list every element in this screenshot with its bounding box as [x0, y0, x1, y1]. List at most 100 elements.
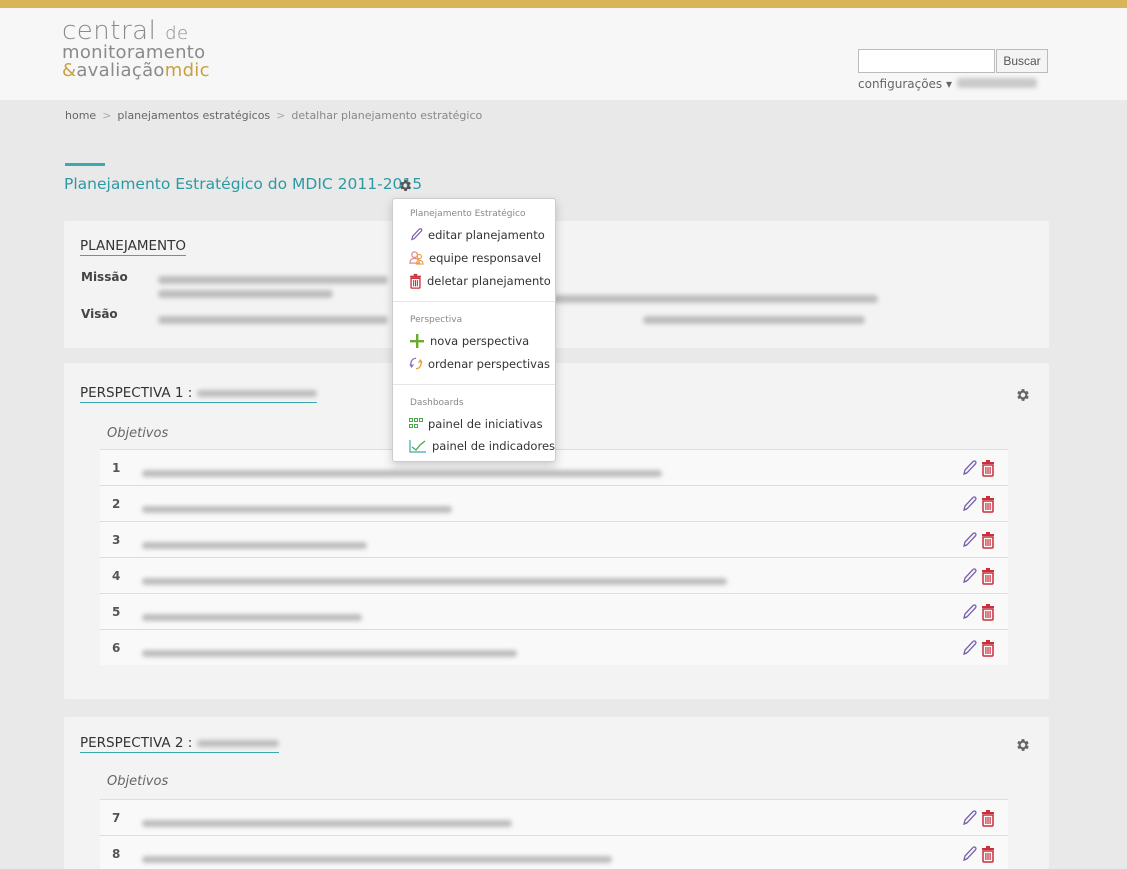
perspectiva-name-redacted	[196, 389, 317, 397]
breadcrumb-current: detalhar planejamento estratégico	[291, 109, 483, 122]
menu-item-label: deletar planejamento	[427, 274, 551, 288]
menu-item-label: ordenar perspectivas	[428, 356, 550, 371]
trash-icon[interactable]	[981, 603, 995, 621]
trash-icon[interactable]	[981, 809, 995, 827]
pencil-icon[interactable]	[961, 845, 977, 863]
logo-brand: mdic	[164, 60, 210, 81]
trash-icon[interactable]	[981, 459, 995, 477]
breadcrumb-home[interactable]: home	[65, 109, 96, 122]
gear-icon[interactable]	[398, 178, 413, 193]
pencil-icon[interactable]	[961, 809, 977, 827]
menu-item-label: painel de indicadores	[432, 439, 556, 453]
user-name-redacted[interactable]	[957, 78, 1037, 88]
pencil-icon[interactable]	[961, 603, 977, 621]
pencil-icon[interactable]	[961, 639, 977, 657]
objetivo-number: 3	[112, 533, 121, 547]
dropdown-section-planejamento: Planejamento Estratégico	[410, 209, 526, 219]
gear-icon[interactable]	[1015, 387, 1031, 403]
objetivo-text-redacted	[142, 463, 662, 482]
sort-icon	[409, 356, 423, 371]
gear-icon[interactable]	[1015, 737, 1031, 753]
logo-ampersand: &	[62, 60, 77, 81]
missao-text-redacted-2	[158, 283, 333, 302]
objetivo-text-redacted	[142, 535, 367, 554]
menu-item-label: painel de iniciativas	[428, 417, 543, 431]
table-row[interactable]: 3	[100, 521, 1008, 557]
menu-item-deletar-planejamento[interactable]: deletar planejamento	[409, 273, 551, 289]
search-button[interactable]: Buscar	[996, 49, 1048, 73]
team-icon	[409, 250, 424, 265]
perspectiva-heading-label: PERSPECTIVA 1 :	[80, 385, 193, 401]
visao-label: Visão	[81, 307, 118, 321]
objetivo-text-redacted	[142, 499, 452, 518]
objetivo-number: 8	[112, 847, 121, 861]
trash-icon[interactable]	[981, 845, 995, 863]
objetivos-label: Objetivos	[107, 774, 169, 789]
pencil-icon[interactable]	[961, 531, 977, 549]
plus-icon	[409, 333, 425, 349]
trash-icon[interactable]	[981, 495, 995, 513]
breadcrumb: home > planejamentos estratégicos > detalhar…	[65, 109, 482, 122]
menu-item-painel-iniciativas[interactable]: painel de iniciativas	[409, 417, 543, 431]
trash-icon[interactable]	[981, 639, 995, 657]
perspectiva-heading: PERSPECTIVA 2 :	[80, 735, 279, 753]
menu-item-painel-indicadores[interactable]: painel de indicadores	[409, 439, 555, 453]
grid-icon	[409, 418, 423, 430]
objetivo-text-redacted	[142, 643, 517, 662]
dropdown-divider	[393, 301, 555, 302]
table-row[interactable]: 6	[100, 629, 1008, 665]
config-menu[interactable]: configurações ▾	[858, 77, 952, 91]
pencil-icon[interactable]	[961, 459, 977, 477]
line-chart-icon	[409, 439, 427, 453]
objetivo-text-redacted	[142, 813, 512, 832]
table-row[interactable]: 8	[100, 835, 1008, 869]
menu-item-nova-perspectiva[interactable]: nova perspectiva	[409, 333, 529, 349]
menu-item-label: equipe responsavel	[429, 250, 542, 265]
menu-item-label: editar planejamento	[428, 227, 545, 242]
logo[interactable]: central de monitoramento &avaliaçãomdic	[62, 18, 210, 80]
breadcrumb-planejamentos[interactable]: planejamentos estratégicos	[117, 109, 270, 122]
trash-icon	[409, 273, 422, 289]
missao-label: Missão	[81, 270, 128, 284]
dropdown-section-perspectiva: Perspectiva	[410, 315, 463, 325]
pencil-icon	[409, 227, 423, 242]
objetivo-number: 4	[112, 569, 121, 583]
dropdown-divider	[393, 384, 555, 385]
objetivo-text-redacted	[142, 849, 612, 868]
planejamento-heading: PLANEJAMENTO	[80, 238, 186, 256]
menu-item-editar-planejamento[interactable]: editar planejamento	[409, 227, 545, 242]
pencil-icon[interactable]	[961, 495, 977, 513]
settings-dropdown-menu: Planejamento Estratégico editar planejam…	[392, 198, 556, 462]
planejamento-panel: PLANEJAMENTO Missão Visão	[64, 221, 1049, 348]
breadcrumb-separator: >	[102, 109, 112, 122]
table-row[interactable]: 7	[100, 799, 1008, 835]
objetivo-number: 6	[112, 641, 121, 655]
title-accent	[65, 163, 105, 166]
menu-item-ordenar-perspectivas[interactable]: ordenar perspectivas	[409, 356, 550, 371]
page-title: Planejamento Estratégico do MDIC 2011-20…	[64, 175, 423, 193]
dropdown-section-dashboards: Dashboards	[410, 398, 464, 408]
table-row[interactable]: 2	[100, 485, 1008, 521]
objetivos-label: Objetivos	[107, 426, 169, 441]
search-input[interactable]	[858, 49, 995, 73]
perspectiva-heading: PERSPECTIVA 1 :	[80, 385, 317, 403]
objetivo-text-redacted	[142, 571, 727, 590]
top-accent-bar	[0, 0, 1127, 8]
logo-line-3: avaliação	[76, 60, 165, 81]
breadcrumb-separator: >	[276, 109, 286, 122]
table-row[interactable]: 4	[100, 557, 1008, 593]
logo-line-1-suffix: de	[165, 23, 189, 44]
table-row[interactable]: 5	[100, 593, 1008, 629]
perspectiva-heading-label: PERSPECTIVA 2 :	[80, 735, 193, 751]
objetivo-text-redacted	[142, 607, 362, 626]
menu-item-equipe-responsavel[interactable]: equipe responsavel	[409, 250, 541, 265]
trash-icon[interactable]	[981, 567, 995, 585]
objetivo-number: 7	[112, 811, 121, 825]
objetivo-number: 1	[112, 461, 121, 475]
perspectiva-name-redacted	[196, 739, 279, 747]
pencil-icon[interactable]	[961, 567, 977, 585]
trash-icon[interactable]	[981, 531, 995, 549]
objetivo-number: 5	[112, 605, 121, 619]
menu-item-label: nova perspectiva	[430, 334, 530, 348]
objetivo-number: 2	[112, 497, 121, 511]
